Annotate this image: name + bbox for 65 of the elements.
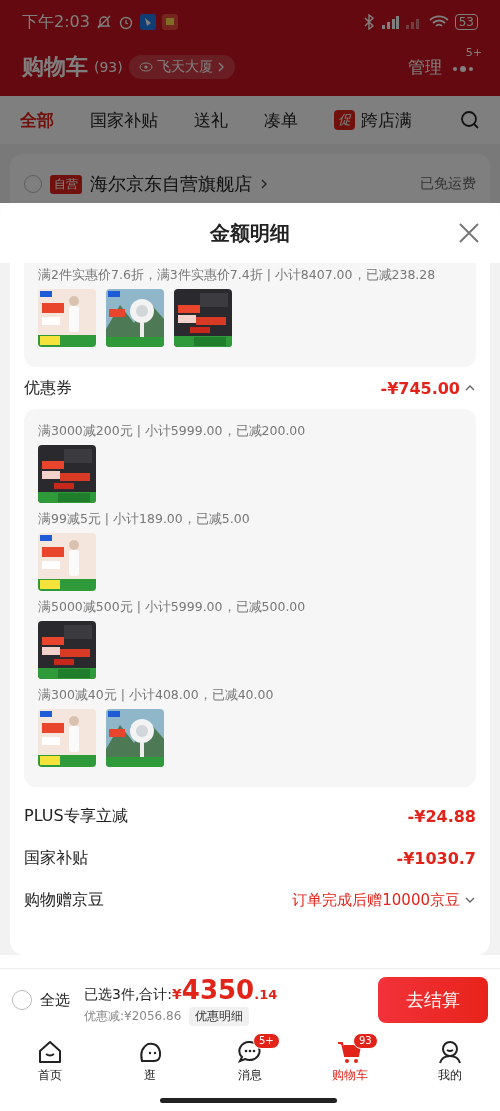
manage-button[interactable]: 管理 [408, 55, 442, 79]
count-badge: 93 [353, 1033, 378, 1049]
chevron-right-icon[interactable] [216, 61, 225, 73]
count-badge: 5+ [253, 1033, 280, 1049]
nav-label: 我的 [438, 1067, 462, 1084]
filter-tab[interactable]: 全部 [20, 108, 54, 132]
alarm-clock-icon [117, 14, 134, 30]
chevron-right-icon[interactable] [260, 178, 268, 190]
store-name[interactable]: 海尔京东自营旗舰店 [90, 172, 252, 196]
nav-label: 购物车 [332, 1067, 368, 1084]
promo-badge: 促 [334, 110, 355, 130]
filter-tab[interactable]: 送礼 [194, 108, 228, 132]
muted-bell-icon [95, 14, 112, 30]
cart-count: (93) [94, 59, 123, 75]
chevron-up-icon[interactable] [464, 383, 476, 393]
eye-icon [138, 62, 153, 72]
discount-amount: -¥24.88 [407, 806, 476, 826]
discount-rule: 满5000减500元 | 小计5999.00，已减500.00 [38, 598, 307, 616]
notification-count: 5+ [465, 46, 482, 59]
tab-label: 跨店满 [361, 108, 412, 132]
filter-tab-group[interactable]: 促 跨店满 [334, 108, 412, 132]
discount-label: PLUS专享立减 [24, 805, 128, 827]
selection-summary: 已选3件,合计: [84, 985, 173, 1004]
nav-label: 首页 [38, 1067, 62, 1084]
checkout-button[interactable]: 去结算 [378, 977, 488, 1023]
discount-rule: 满3000减200元 | 小计5999.00，已减200.00 [38, 422, 307, 440]
home-icon [37, 1039, 63, 1065]
status-time: 下午2:03 [22, 11, 90, 33]
close-icon[interactable] [458, 222, 480, 244]
nav-label: 消息 [238, 1067, 262, 1084]
discount-detail-button[interactable]: 优惠明细 [189, 1006, 250, 1026]
nav-tab[interactable]: 5+ 消息 [200, 1031, 300, 1095]
discount-amount: 订单完成后赠10000京豆 [292, 890, 460, 910]
discount-label: 购物赠京豆 [24, 889, 104, 911]
discount-amount: -¥745.00 [380, 378, 460, 398]
page-title: 购物车 [22, 53, 88, 81]
location-label: 飞天大厦 [156, 58, 213, 76]
nav-label: 逛 [144, 1067, 156, 1084]
chevron-down-icon[interactable] [464, 895, 476, 905]
discount-amount: -¥1030.7 [396, 848, 476, 868]
self-operated-tag: 自营 [50, 174, 82, 194]
app-icon [161, 14, 178, 30]
sheet-title: 金额明细 [210, 219, 290, 247]
nav-tab[interactable]: 93 购物车 [300, 1031, 400, 1095]
total-price: ¥4350.14 [172, 974, 278, 1005]
nav-tab[interactable]: 我的 [400, 1031, 500, 1095]
battery-indicator: 53 [454, 14, 478, 30]
discount-rule: 满99减5元 | 小计189.00，已减5.00 [38, 510, 251, 528]
bluetooth-icon [362, 14, 375, 30]
discount-total: 优惠减:¥2056.86 [84, 1007, 182, 1025]
discount-rule: 满300减40元 | 小计408.00，已减40.00 [38, 686, 275, 704]
nav-tab[interactable]: 逛 [100, 1031, 200, 1095]
filter-tab[interactable]: 凑单 [264, 108, 298, 132]
wifi-icon [428, 15, 449, 29]
discount-rule: 满2件实惠价7.6折，满3件实惠价7.4折 | 小计8407.00，已减238.28 [38, 266, 437, 284]
signal-icon [380, 15, 399, 29]
nav-tab[interactable]: 首页 [0, 1031, 100, 1095]
person-icon [437, 1039, 463, 1065]
select-all-label: 全选 [40, 990, 70, 1010]
discount-label: 优惠券 [24, 377, 72, 399]
search-icon[interactable] [460, 110, 480, 130]
app-icon [139, 14, 156, 30]
shipping-note: 已免运费 [420, 175, 476, 193]
discount-label: 国家补贴 [24, 847, 88, 869]
filter-tab[interactable]: 国家补贴 [90, 108, 158, 132]
